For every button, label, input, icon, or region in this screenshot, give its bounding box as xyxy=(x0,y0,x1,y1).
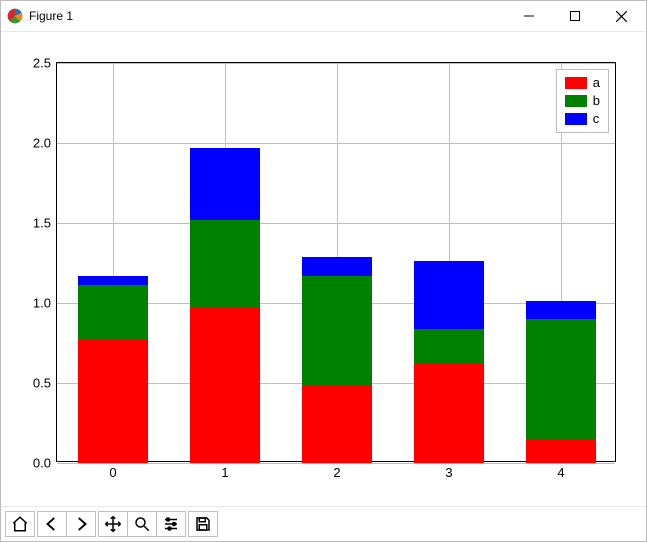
nav-toolbar xyxy=(1,506,646,541)
legend-swatch xyxy=(565,95,587,107)
axes: 0.00.51.01.52.02.501234abc xyxy=(56,62,616,462)
x-tick-label: 3 xyxy=(445,461,452,480)
matplotlib-icon xyxy=(7,8,23,24)
legend-label: c xyxy=(593,110,600,128)
bar-segment xyxy=(414,329,483,364)
y-tick-label: 0.5 xyxy=(33,376,57,391)
legend-label: a xyxy=(593,74,600,92)
bar-segment xyxy=(78,276,147,286)
y-tick-label: 2.0 xyxy=(33,136,57,151)
bar-segment xyxy=(302,276,371,386)
figure-canvas[interactable]: 0.0 0.5 1.0 1.5 2.0 2.5 0 1 2 3 4 abc xyxy=(1,32,646,506)
window-close-button[interactable] xyxy=(598,1,644,31)
bar-segment xyxy=(78,340,147,463)
pan-button[interactable] xyxy=(99,512,127,536)
y-tick-label: 2.5 xyxy=(33,56,57,71)
bar-segment xyxy=(526,301,595,319)
grid-line-horizontal xyxy=(57,223,615,224)
y-tick-label: 1.5 xyxy=(33,216,57,231)
bar-segment xyxy=(78,285,147,339)
bar-segment xyxy=(414,261,483,328)
titlebar: Figure 1 xyxy=(1,1,646,32)
legend-entry: c xyxy=(565,110,600,128)
bar-segment xyxy=(190,148,259,220)
bar-segment xyxy=(302,257,371,276)
grid-line-horizontal xyxy=(57,63,615,64)
legend-swatch xyxy=(565,113,587,125)
legend-swatch xyxy=(565,77,587,89)
figure-window: Figure 1 0.0 0.5 1.0 1.5 2.0 2.5 0 1 2 3 4 abc xyxy=(0,0,647,542)
configure-subplots-button[interactable] xyxy=(156,512,185,536)
window-title: Figure 1 xyxy=(29,9,73,23)
x-tick-label: 0 xyxy=(109,461,116,480)
x-tick-label: 1 xyxy=(221,461,228,480)
x-tick-label: 2 xyxy=(333,461,340,480)
forward-button[interactable] xyxy=(66,512,95,536)
grid-line-horizontal xyxy=(57,143,615,144)
window-minimize-button[interactable] xyxy=(506,1,552,31)
y-tick-label: 1.0 xyxy=(33,296,57,311)
y-tick-label: 0.0 xyxy=(33,456,57,471)
bar-segment xyxy=(302,386,371,463)
save-button[interactable] xyxy=(189,512,217,536)
legend-entry: a xyxy=(565,74,600,92)
zoom-button[interactable] xyxy=(127,512,156,536)
back-button[interactable] xyxy=(38,512,66,536)
home-button[interactable] xyxy=(6,512,34,536)
bar-segment xyxy=(414,364,483,463)
window-maximize-button[interactable] xyxy=(552,1,598,31)
bar-segment xyxy=(526,439,595,463)
bar-segment xyxy=(190,220,259,308)
legend-label: b xyxy=(593,92,600,110)
bar-segment xyxy=(190,308,259,463)
bar-segment xyxy=(526,319,595,439)
legend-entry: b xyxy=(565,92,600,110)
legend: abc xyxy=(556,69,609,133)
x-tick-label: 4 xyxy=(557,461,564,480)
